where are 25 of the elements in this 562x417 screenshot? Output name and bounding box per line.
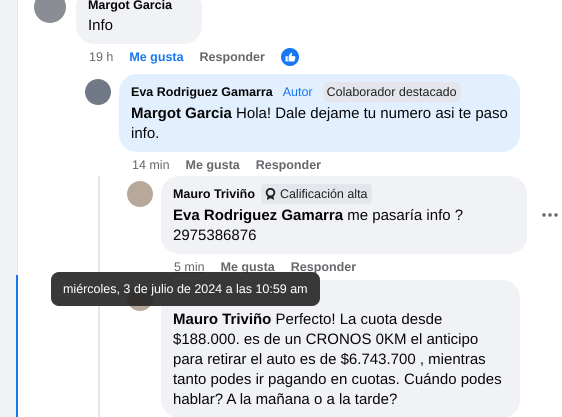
author-name[interactable]: Mauro Triviño: [173, 185, 255, 203]
reply-link[interactable]: Responder: [200, 50, 265, 64]
avatar-photo[interactable]: [127, 181, 153, 207]
comment-text: Margot Garcia Hola! Dale dejame tu numero asi te paso info.: [131, 104, 508, 144]
timestamp-link[interactable]: 14 min: [132, 158, 170, 172]
like-link[interactable]: Me gusta: [220, 260, 275, 274]
badge-label: Calificación alta: [260, 184, 372, 204]
timestamp-link[interactable]: 5 min: [174, 260, 205, 274]
comment-text: Eva Rodriguez Gamarra me pasaría info ? 2975386876: [173, 206, 464, 246]
author-label: Autor: [282, 84, 314, 101]
like-link[interactable]: Me gusta: [186, 158, 240, 172]
avatar-photo[interactable]: [34, 0, 66, 23]
more-icon[interactable]: [542, 213, 558, 217]
badge-label: Colaborador destacado: [322, 82, 461, 102]
comment-text: Info: [88, 16, 114, 36]
timestamp-link[interactable]: 19 h: [89, 50, 114, 64]
date-tooltip: miércoles, 3 de julio de 2024 a las 10:59 am: [51, 272, 320, 306]
medal-icon: [264, 188, 276, 200]
like-link[interactable]: Me gusta: [129, 50, 184, 64]
author-name[interactable]: Eva Rodriguez Gamarra: [131, 83, 273, 101]
author-name[interactable]: Margot Garcia: [88, 0, 172, 14]
avatar-photo[interactable]: [85, 79, 111, 105]
reply-link[interactable]: Responder: [256, 158, 322, 172]
comment-text: Mauro Triviño Perfecto! La cuota desde $188.000. es de un CRONOS 0KM el anticipo para retirar el auto es de $6.743.700 , mientras tanto podes ir pagando en cuotas. Cuándo podes hablar? A la mañana o a la tarde?: [173, 310, 503, 410]
reply-link[interactable]: Responder: [290, 260, 356, 274]
